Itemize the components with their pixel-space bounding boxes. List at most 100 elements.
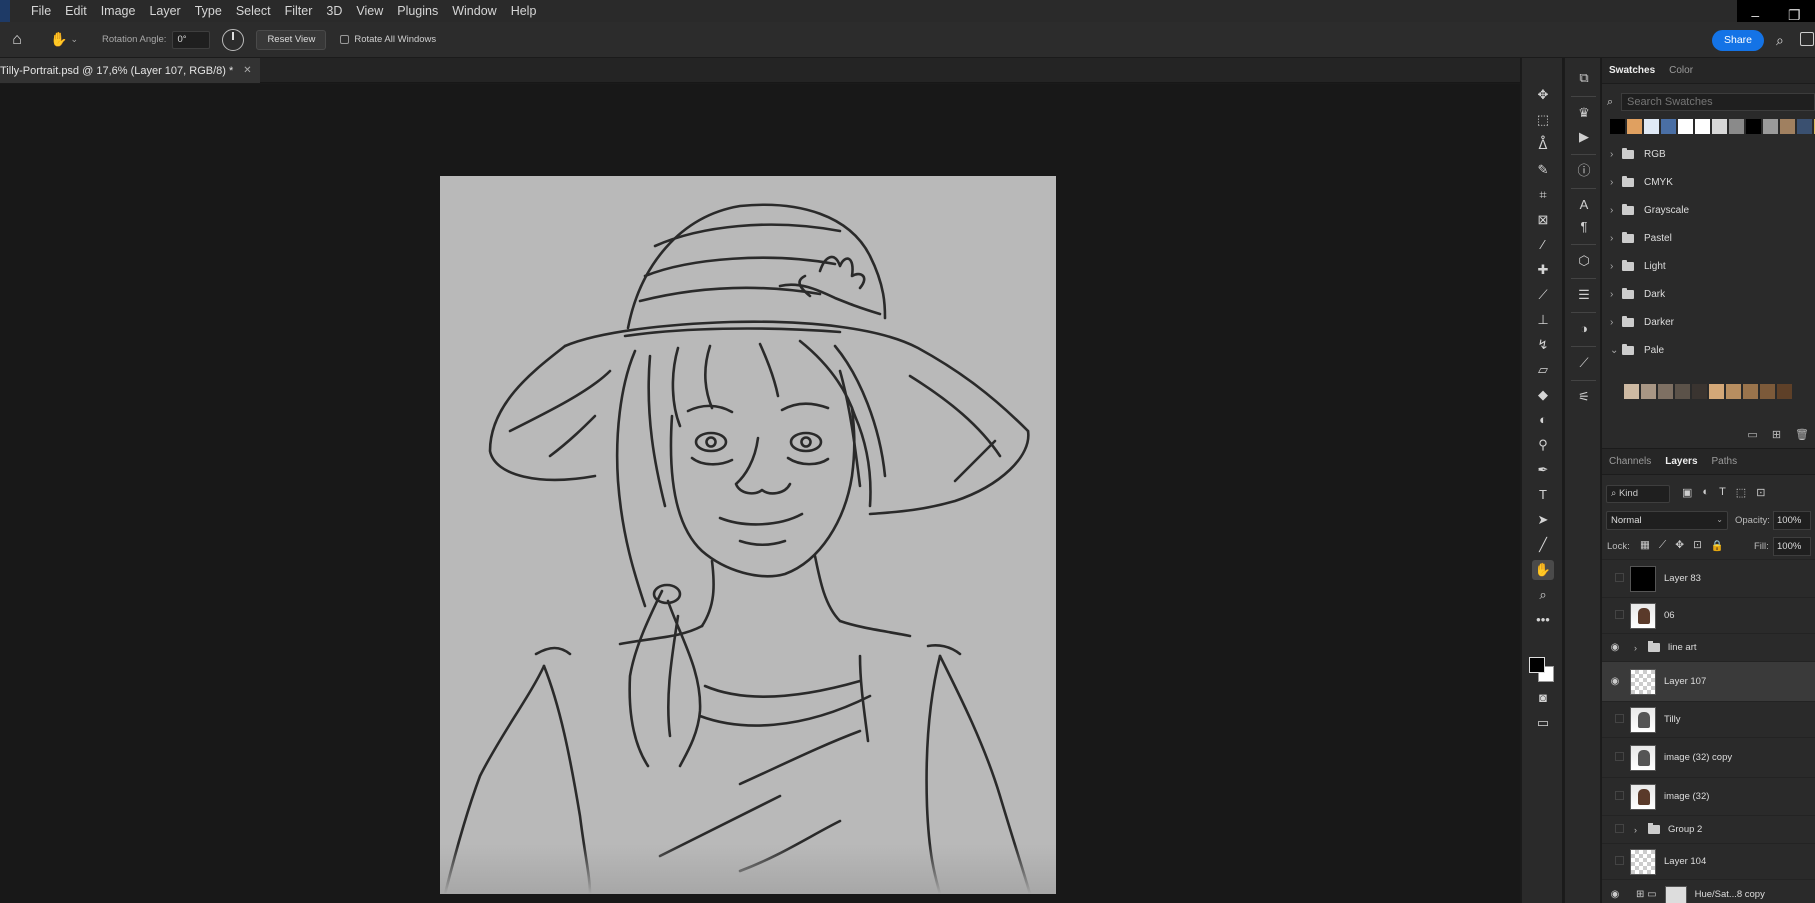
swatch-color[interactable]: [1760, 384, 1775, 399]
type-filter-icon[interactable]: T: [1719, 486, 1726, 499]
tab-channels[interactable]: Channels: [1602, 456, 1658, 474]
zoom-tool-icon[interactable]: ⌕: [1532, 585, 1554, 605]
layer-name[interactable]: image (32) copy: [1664, 752, 1732, 763]
visibility-off-toggle[interactable]: [1602, 713, 1628, 726]
visibility-off-toggle[interactable]: [1602, 609, 1628, 622]
opacity-input[interactable]: 100%: [1773, 511, 1811, 530]
restore-icon[interactable]: ❐: [1788, 7, 1801, 24]
type-tool-icon[interactable]: T: [1532, 485, 1554, 505]
layer-row[interactable]: image (32): [1602, 777, 1815, 815]
swatch-folder-rgb[interactable]: › RGB: [1602, 140, 1815, 168]
adjustments-panel-icon[interactable]: ◑: [1573, 318, 1595, 340]
visibility-toggle[interactable]: [1614, 855, 1624, 865]
properties-panel-icon[interactable]: ☰: [1573, 284, 1595, 306]
eye-icon[interactable]: ◉: [1602, 676, 1628, 687]
stamp-tool-icon[interactable]: ⊥: [1532, 310, 1554, 330]
visibility-off-toggle[interactable]: [1602, 823, 1628, 836]
swatch-color[interactable]: [1658, 384, 1673, 399]
search-icon[interactable]: ⌕: [1776, 32, 1784, 49]
swatch-color[interactable]: [1661, 119, 1676, 134]
menu-filter[interactable]: Filter: [278, 0, 320, 22]
chevron-right-icon[interactable]: ›: [1634, 825, 1644, 835]
swatch-color[interactable]: [1692, 384, 1707, 399]
swatch-folder-pale[interactable]: ⌄ Pale: [1602, 336, 1815, 364]
home-icon[interactable]: ⌂: [2, 31, 32, 49]
chevron-right-icon[interactable]: ›: [1634, 643, 1644, 653]
chevron-right-icon[interactable]: ›: [1610, 177, 1622, 188]
menu-window[interactable]: Window: [445, 0, 503, 22]
swatches-search-input[interactable]: [1621, 93, 1815, 111]
swatch-color[interactable]: [1678, 119, 1693, 134]
lock-artboard-icon[interactable]: ⊡: [1693, 539, 1702, 552]
crop-tool-icon[interactable]: ⌗: [1532, 185, 1554, 205]
more-tools-icon[interactable]: •••: [1532, 610, 1554, 630]
layer-row[interactable]: 06: [1602, 597, 1815, 633]
close-icon[interactable]: ✕: [243, 65, 251, 76]
swatch-folder-light[interactable]: › Light: [1602, 252, 1815, 280]
lasso-tool-icon[interactable]: ᐂ: [1532, 135, 1554, 155]
layer-row[interactable]: ◉ › line art: [1602, 633, 1815, 661]
character-panel-icon[interactable]: A: [1573, 194, 1595, 216]
trash-icon[interactable]: 🗑: [1795, 428, 1809, 441]
color-picker[interactable]: [1529, 657, 1555, 683]
tab-layers[interactable]: Layers: [1658, 456, 1704, 474]
eye-icon[interactable]: ◉: [1602, 642, 1628, 653]
healing-tool-icon[interactable]: ✚: [1532, 260, 1554, 280]
visibility-off-toggle[interactable]: [1602, 790, 1628, 803]
actions-panel-icon[interactable]: ▶: [1573, 126, 1595, 148]
lock-transparent-icon[interactable]: ▦: [1640, 539, 1650, 552]
chevron-down-icon[interactable]: ⌄: [1610, 345, 1622, 356]
visibility-off-toggle[interactable]: [1602, 855, 1628, 868]
visibility-toggle[interactable]: [1614, 572, 1624, 582]
eraser-tool-icon[interactable]: ▱: [1532, 360, 1554, 380]
workspace-icon[interactable]: [1800, 32, 1814, 46]
swatch-folder-cmyk[interactable]: › CMYK: [1602, 168, 1815, 196]
swatch-color[interactable]: [1624, 384, 1639, 399]
layer-name[interactable]: Tilly: [1664, 714, 1681, 725]
fill-input[interactable]: 100%: [1773, 537, 1811, 556]
reset-view-button[interactable]: Reset View: [256, 29, 327, 50]
layer-name[interactable]: Hue/Sat...8 copy: [1695, 889, 1765, 900]
document-tab[interactable]: Tilly-Portrait.psd @ 17,6% (Layer 107, R…: [0, 58, 260, 83]
tab-paths[interactable]: Paths: [1705, 456, 1745, 474]
swatch-color[interactable]: [1709, 384, 1724, 399]
smart-object-filter-icon[interactable]: ⊡: [1756, 486, 1765, 499]
chevron-right-icon[interactable]: ›: [1610, 289, 1622, 300]
new-swatch-icon[interactable]: ⊞: [1772, 428, 1781, 441]
swatch-color[interactable]: [1780, 119, 1795, 134]
layer-row[interactable]: image (32) copy: [1602, 737, 1815, 777]
history-brush-tool-icon[interactable]: ↯: [1532, 335, 1554, 355]
layer-name[interactable]: line art: [1668, 642, 1697, 653]
info-panel-icon[interactable]: ⓘ: [1573, 160, 1595, 182]
quick-select-tool-icon[interactable]: ✎: [1532, 160, 1554, 180]
layer-thumbnail[interactable]: [1630, 744, 1656, 771]
tab-color[interactable]: Color: [1662, 65, 1700, 83]
chevron-right-icon[interactable]: ›: [1610, 149, 1622, 160]
layer-name[interactable]: image (32): [1664, 791, 1709, 802]
layer-row[interactable]: ◉ ⊞ ▭ Hue/Sat...8 copy: [1602, 879, 1815, 903]
lock-all-icon[interactable]: 🔒: [1711, 539, 1724, 552]
layer-row[interactable]: ◉ Layer 107: [1602, 661, 1815, 701]
chevron-right-icon[interactable]: ›: [1610, 261, 1622, 272]
menu-select[interactable]: Select: [229, 0, 278, 22]
menu-plugins[interactable]: Plugins: [390, 0, 445, 22]
swatch-color[interactable]: [1641, 384, 1656, 399]
layer-name[interactable]: Layer 83: [1664, 573, 1701, 584]
artboard-canvas[interactable]: [440, 176, 1056, 894]
layer-thumbnail[interactable]: [1630, 783, 1656, 810]
tab-swatches[interactable]: Swatches: [1602, 65, 1662, 83]
swatch-color[interactable]: [1627, 119, 1642, 134]
lock-position-icon[interactable]: ✥: [1675, 539, 1684, 552]
swatch-color[interactable]: [1763, 119, 1778, 134]
swatch-folder-dark[interactable]: › Dark: [1602, 280, 1815, 308]
minimize-icon[interactable]: –: [1751, 7, 1759, 23]
swatch-color[interactable]: [1610, 119, 1625, 134]
chevron-right-icon[interactable]: ›: [1610, 233, 1622, 244]
bucket-tool-icon[interactable]: ◆: [1532, 385, 1554, 405]
layer-kind-filter[interactable]: ⌕ Kind: [1606, 485, 1670, 503]
layer-row[interactable]: › Group 2: [1602, 815, 1815, 843]
foreground-color-swatch[interactable]: [1529, 657, 1545, 673]
visibility-off-toggle[interactable]: [1602, 572, 1628, 585]
layer-row[interactable]: Layer 83: [1602, 559, 1815, 597]
pixel-filter-icon[interactable]: ▣: [1682, 486, 1692, 499]
